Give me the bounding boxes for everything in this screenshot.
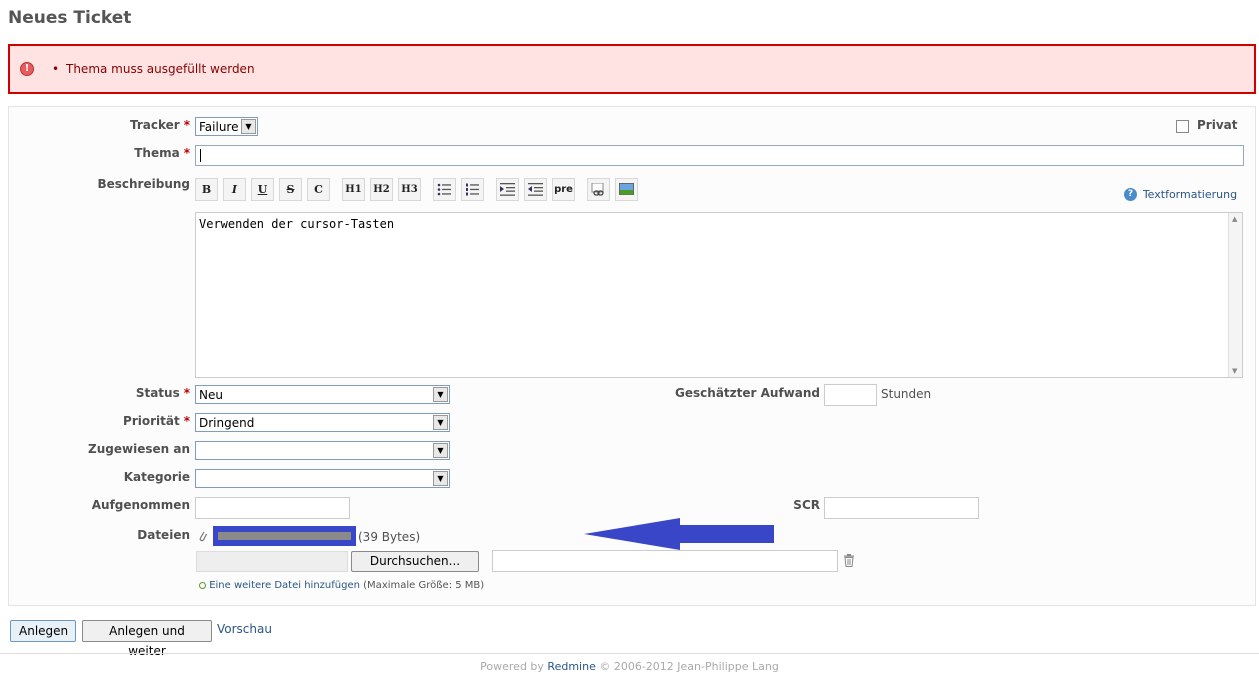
preview-link[interactable]: Vorschau: [217, 622, 272, 636]
redmine-link[interactable]: Redmine: [547, 660, 595, 673]
category-select[interactable]: ▼: [195, 469, 450, 488]
files-label: Dateien: [137, 528, 190, 542]
private-checkbox[interactable]: [1176, 120, 1189, 133]
max-size-note: (Maximale Größe: 5 MB): [363, 580, 485, 591]
file-path-field[interactable]: [196, 551, 348, 572]
estimated-time-unit: Stunden: [881, 387, 932, 401]
status-select[interactable]: Neu ▼: [195, 385, 450, 404]
text-formatting-link[interactable]: Textformatierung: [1143, 188, 1237, 201]
heading2-button[interactable]: H2: [370, 178, 393, 201]
add-file-row: Eine weitere Datei hinzufügen (Maximale …: [199, 580, 484, 591]
link-icon: [591, 182, 604, 196]
outdent-button[interactable]: [524, 178, 547, 201]
delete-trash-icon[interactable]: [843, 554, 855, 570]
subject-label: Thema *: [134, 146, 190, 160]
add-file-link[interactable]: Eine weitere Datei hinzufügen: [209, 580, 360, 591]
create-continue-button[interactable]: Anlegen und weiter: [82, 620, 212, 658]
footer-copyright: © 2006-2012 Jean-Philippe Lang: [599, 660, 779, 673]
chevron-down-icon: ▼: [433, 471, 448, 486]
recorded-input[interactable]: [195, 497, 350, 519]
scr-label: SCR: [793, 498, 820, 512]
page-title: Neues Ticket: [8, 8, 132, 28]
file-description-input[interactable]: [492, 550, 838, 572]
footer: Powered by Redmine © 2006-2012 Jean-Phil…: [0, 653, 1259, 673]
link-button[interactable]: [587, 178, 610, 201]
chevron-down-icon: ▼: [433, 415, 448, 430]
textarea-scrollbar[interactable]: ▲ ▼: [1228, 213, 1242, 377]
priority-label: Priorität *: [123, 414, 190, 428]
image-icon: [619, 183, 634, 195]
ordered-list-icon: [466, 183, 479, 196]
chevron-down-icon: ▼: [433, 443, 448, 458]
code-button[interactable]: C: [307, 178, 330, 201]
estimated-time-input[interactable]: [824, 384, 877, 406]
bold-button[interactable]: B: [195, 178, 218, 201]
subject-input[interactable]: [195, 145, 1244, 166]
annotation-arrow-icon: [584, 518, 774, 550]
italic-button[interactable]: I: [223, 178, 246, 201]
unordered-list-icon: [437, 183, 451, 196]
outdent-icon: [528, 183, 543, 196]
estimated-time-label: Geschätzter Aufwand: [675, 386, 820, 400]
description-label: Beschreibung: [97, 177, 190, 191]
status-label: Status *: [135, 386, 190, 400]
private-label: Privat: [1197, 118, 1238, 132]
underline-button[interactable]: U: [251, 178, 274, 201]
tracker-select[interactable]: Failure ▼: [195, 117, 258, 136]
heading3-button[interactable]: H3: [398, 178, 421, 201]
unordered-list-button[interactable]: [433, 178, 456, 201]
attached-file-name[interactable]: [213, 526, 356, 546]
tracker-label: Tracker *: [130, 118, 190, 132]
indent-icon: [500, 183, 515, 196]
assigned-select[interactable]: ▼: [195, 441, 450, 460]
category-label: Kategorie: [123, 470, 190, 484]
description-textarea[interactable]: Verwenden der cursor-Tasten: [195, 212, 1243, 378]
priority-select[interactable]: Dringend ▼: [195, 413, 450, 432]
help-icon: ?: [1124, 188, 1137, 201]
error-icon: !: [20, 62, 34, 76]
error-flash: ! Thema muss ausgefüllt werden: [8, 44, 1256, 94]
ordered-list-button[interactable]: [461, 178, 484, 201]
heading1-button[interactable]: H1: [342, 178, 365, 201]
text-formatting-help[interactable]: ? Textformatierung: [1124, 187, 1237, 201]
attached-file-size: (39 Bytes): [358, 530, 421, 544]
preformatted-button[interactable]: pre: [552, 178, 575, 201]
add-icon: [199, 581, 206, 589]
browse-button[interactable]: Durchsuchen...: [351, 551, 479, 572]
recorded-label: Aufgenommen: [91, 498, 190, 512]
image-button[interactable]: [615, 178, 638, 201]
assigned-label: Zugewiesen an: [88, 442, 190, 456]
chevron-down-icon: ▼: [241, 119, 256, 134]
scr-input[interactable]: [824, 497, 979, 519]
footer-powered-by: Powered by: [480, 660, 544, 673]
indent-button[interactable]: [496, 178, 519, 201]
strikethrough-button[interactable]: S: [279, 178, 302, 201]
attachment-icon: [198, 530, 208, 546]
error-message: Thema muss ausgefüllt werden: [52, 62, 255, 76]
create-button[interactable]: Anlegen: [10, 620, 76, 642]
chevron-down-icon: ▼: [433, 387, 448, 402]
